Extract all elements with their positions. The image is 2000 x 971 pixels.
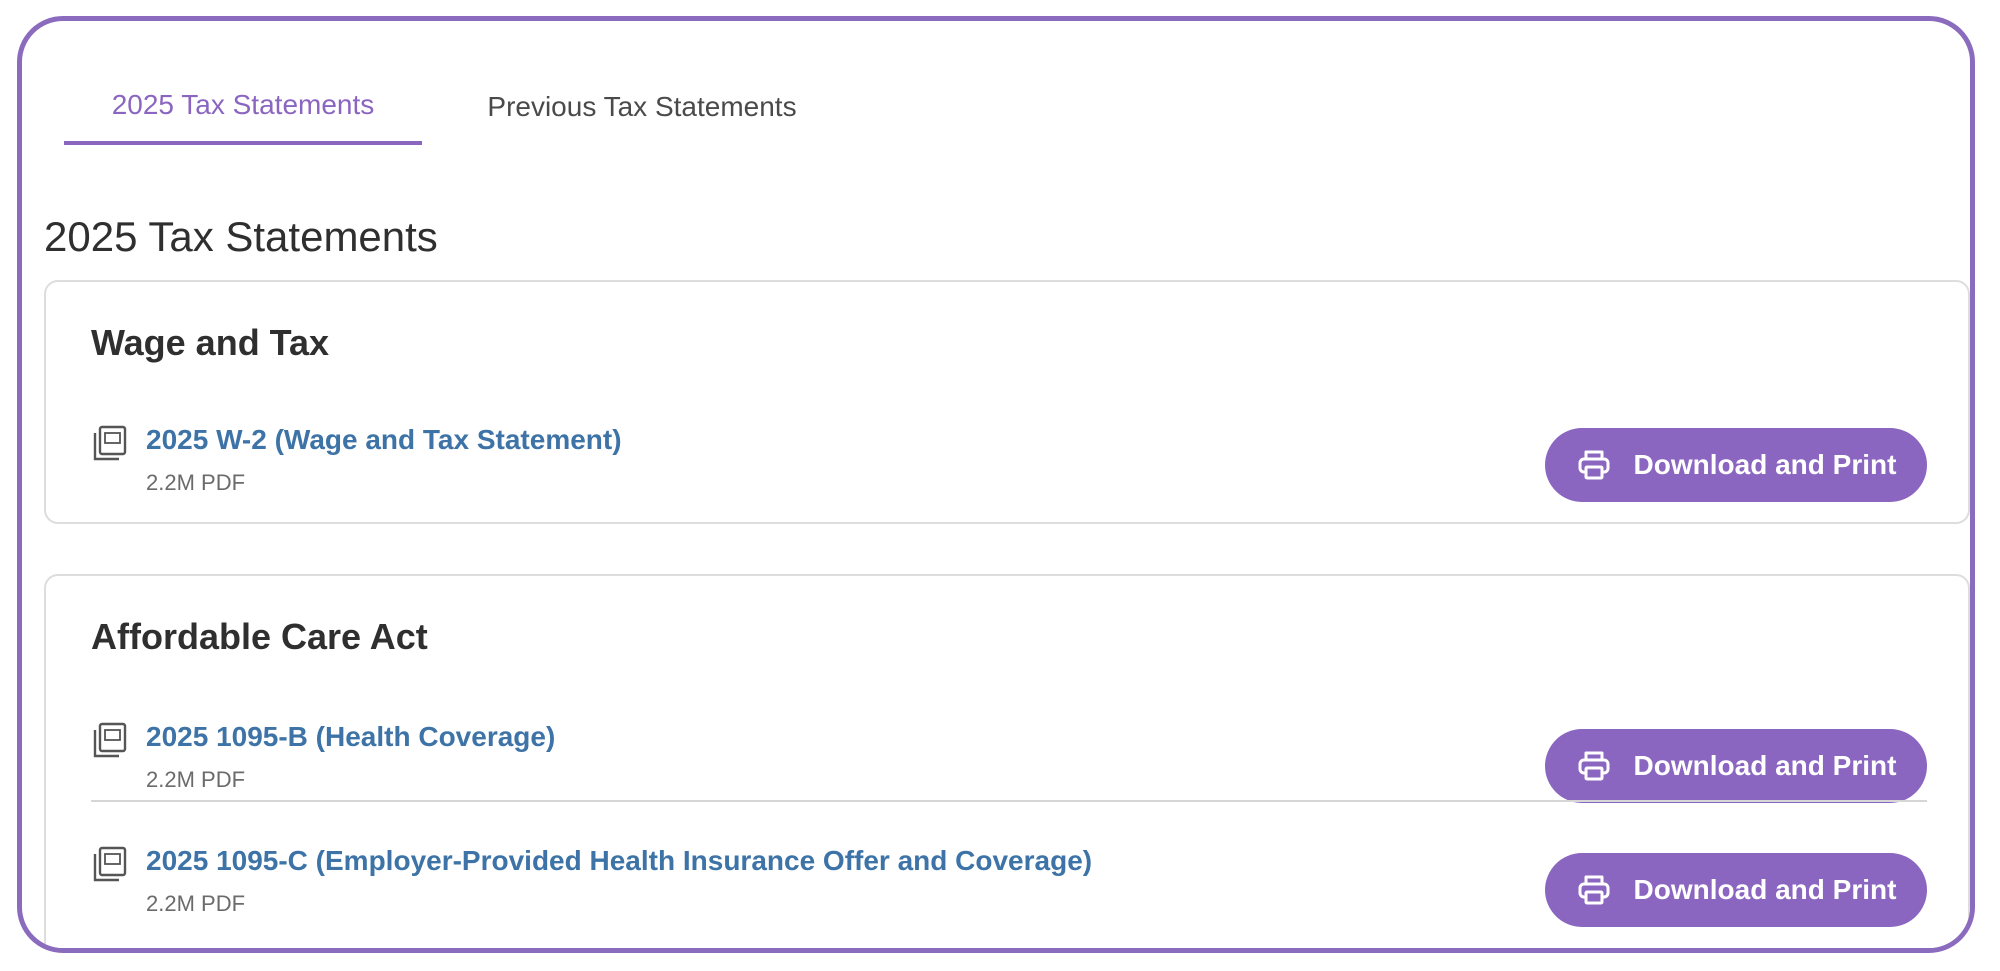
section-title: Wage and Tax: [91, 322, 330, 363]
document-file-info: 2.2M PDF: [146, 891, 246, 916]
section-title: Affordable Care Act: [91, 616, 428, 657]
printer-icon: [1578, 450, 1610, 480]
document-file-info: 2.2M PDF: [146, 470, 246, 495]
tab-2025-tax-statements[interactable]: 2025 Tax Statements: [64, 69, 422, 145]
row-divider: [91, 800, 1927, 802]
pdf-document-icon: [93, 425, 127, 461]
tab-label: Previous Tax Statements: [487, 91, 797, 122]
button-label: Download and Print: [1633, 449, 1897, 480]
download-print-button-1095c[interactable]: Download and Print: [1545, 853, 1927, 927]
document-link-1095c[interactable]: 2025 1095-C (Employer-Provided Health In…: [146, 845, 1092, 877]
button-label: Download and Print: [1633, 874, 1897, 905]
printer-icon: [1578, 751, 1610, 781]
document-row-1095c: 2025 1095-C (Employer-Provided Health In…: [91, 819, 1927, 929]
pdf-document-icon: [93, 722, 127, 758]
download-print-button-w2[interactable]: Download and Print: [1545, 428, 1927, 502]
page-title: 2025 Tax Statements: [44, 213, 438, 260]
document-link-w2[interactable]: 2025 W-2 (Wage and Tax Statement): [146, 424, 622, 456]
document-row-w2: 2025 W-2 (Wage and Tax Statement) 2.2M P…: [91, 398, 1927, 508]
document-file-info: 2.2M PDF: [146, 767, 246, 792]
download-print-button-1095b[interactable]: Download and Print: [1545, 729, 1927, 803]
button-label: Download and Print: [1633, 750, 1897, 781]
document-link-1095b[interactable]: 2025 1095-B (Health Coverage): [146, 721, 555, 753]
tax-statements-panel: 2025 Tax Statements Previous Tax Stateme…: [17, 16, 1975, 953]
pdf-document-icon: [93, 846, 127, 882]
affordable-care-act-card: Affordable Care Act 2025 1095-B (Health …: [44, 574, 1970, 948]
printer-icon: [1578, 875, 1610, 905]
tab-bar: 2025 Tax Statements Previous Tax Stateme…: [64, 69, 862, 149]
tab-label: 2025 Tax Statements: [111, 89, 375, 120]
tab-previous-tax-statements[interactable]: Previous Tax Statements: [422, 69, 862, 145]
document-row-1095b: 2025 1095-B (Health Coverage) 2.2M PDF D…: [91, 695, 1927, 805]
wage-and-tax-card: Wage and Tax 2025 W-2 (Wage and Tax Stat…: [44, 280, 1970, 524]
